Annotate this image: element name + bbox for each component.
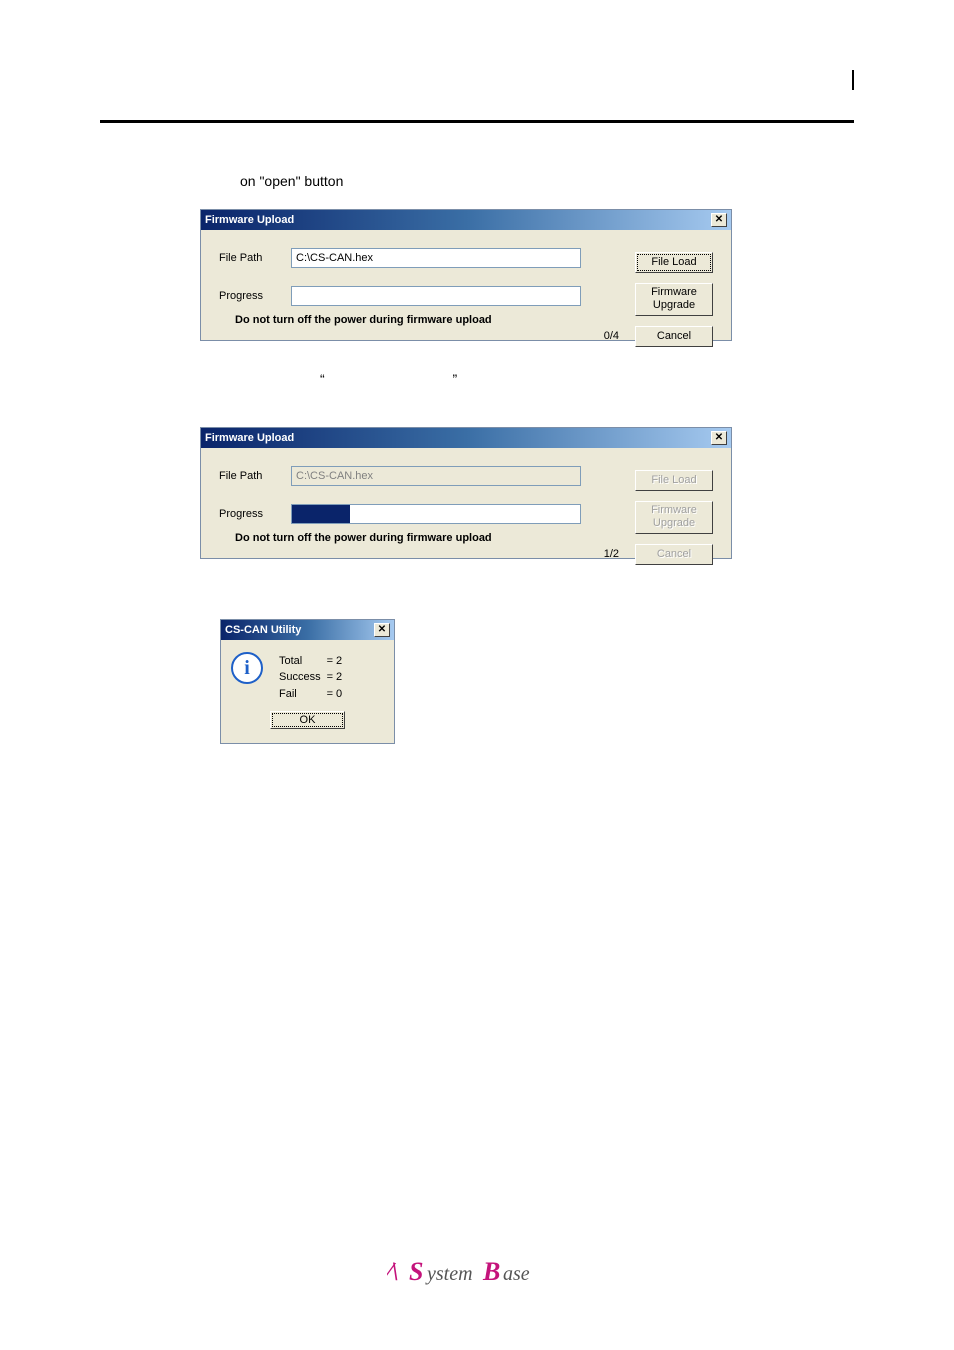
firmware-upgrade-button[interactable]: Firmware Upgrade: [635, 283, 713, 315]
file-path-input[interactable]: [291, 248, 581, 268]
titlebar[interactable]: Firmware Upload ✕: [201, 428, 731, 448]
progress-bar: [291, 504, 581, 524]
titlebar[interactable]: CS-CAN Utility ✕: [221, 620, 394, 640]
progress-label: Progress: [219, 290, 291, 302]
svg-text:S: S: [409, 1257, 423, 1286]
dialog-body: File Path Progress 1/2 File Load Firmwar…: [201, 448, 731, 558]
msgbox-title: CS-CAN Utility: [225, 624, 301, 636]
close-icon[interactable]: ✕: [711, 431, 727, 445]
file-path-label: File Path: [219, 470, 291, 482]
svg-text:ystem: ystem: [425, 1263, 473, 1285]
file-load-button: File Load: [635, 470, 713, 491]
info-icon: i: [231, 652, 263, 684]
cancel-button: Cancel: [635, 544, 713, 565]
ok-button[interactable]: OK: [270, 711, 345, 729]
cancel-button[interactable]: Cancel: [635, 326, 713, 347]
svg-text:ase: ase: [503, 1263, 530, 1285]
dialog-title: Firmware Upload: [205, 432, 294, 444]
firmware-upload-dialog: Firmware Upload ✕ File Path Progress 0/4…: [200, 209, 732, 341]
systembase-logo: ∕\ S ystem B ase: [387, 1254, 567, 1295]
result-stats: Total= 2 Success= 2 Fail= 0: [275, 652, 346, 703]
file-load-button[interactable]: File Load: [635, 252, 713, 273]
caption-text: on "open" button: [240, 173, 854, 189]
file-path-input: [291, 466, 581, 486]
firmware-upload-dialog-progress: Firmware Upload ✕ File Path Progress 1/2…: [200, 427, 732, 559]
firmware-upgrade-button: Firmware Upgrade: [635, 501, 713, 533]
dialog-title: Firmware Upload: [205, 214, 294, 226]
divider: [100, 120, 854, 123]
file-path-label: File Path: [219, 252, 291, 264]
close-icon[interactable]: ✕: [374, 623, 390, 637]
titlebar[interactable]: Firmware Upload ✕: [201, 210, 731, 230]
progress-bar: [291, 286, 581, 306]
result-msgbox: CS-CAN Utility ✕ i Total= 2 Success= 2 F…: [220, 619, 395, 744]
quotes-placeholder: “ ”: [320, 371, 854, 387]
progress-counter: 0/4: [604, 330, 619, 342]
text-cursor: [852, 70, 854, 90]
progress-label: Progress: [219, 508, 291, 520]
dialog-body: File Path Progress 0/4 File Load Firmwar…: [201, 230, 731, 340]
close-icon[interactable]: ✕: [711, 213, 727, 227]
svg-text:∕\: ∕\: [387, 1257, 399, 1286]
svg-text:B: B: [482, 1257, 500, 1286]
progress-counter: 1/2: [604, 548, 619, 560]
